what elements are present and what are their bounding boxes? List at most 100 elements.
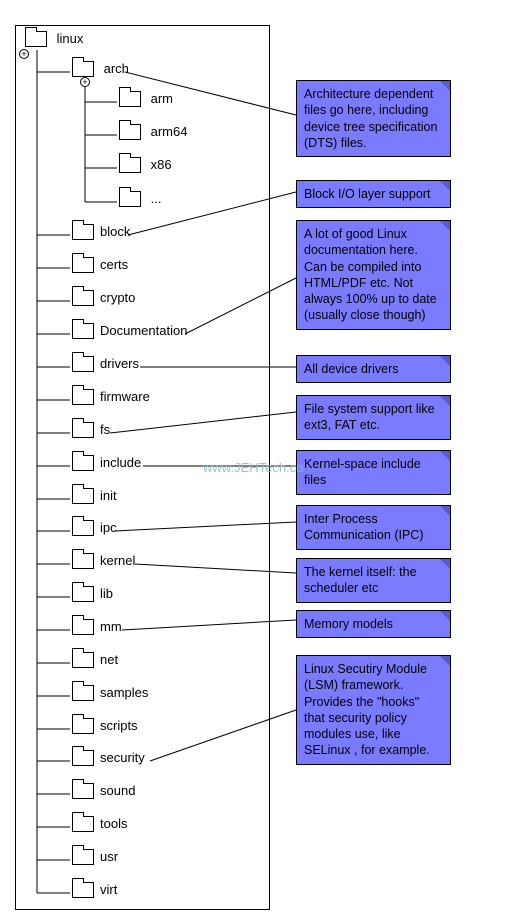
folder-label: arch — [104, 61, 129, 76]
folder-icon — [72, 553, 94, 569]
folder-fs: fs — [72, 421, 110, 438]
folder-icon — [72, 619, 94, 635]
folder-icon — [119, 157, 141, 173]
folder-net: net — [72, 651, 118, 668]
folder-label: arm — [151, 91, 173, 106]
folder-icon — [72, 816, 94, 832]
folder-label: block — [100, 224, 130, 239]
folder-icon — [72, 685, 94, 701]
note-arch: Architecture dependent files go here, in… — [296, 80, 451, 157]
folder-more: ... — [119, 190, 161, 207]
note-documentation: A lot of good Linux documentation here. … — [296, 220, 451, 330]
folder-arch: arch — [72, 60, 129, 77]
note-ipc: Inter Process Communication (IPC) — [296, 505, 451, 550]
folder-drivers: drivers — [72, 355, 139, 372]
folder-icon — [72, 61, 94, 77]
folder-label: security — [100, 750, 145, 765]
folder-icon — [119, 124, 141, 140]
folder-x86: x86 — [119, 156, 172, 173]
note-include: Kernel-space include files — [296, 450, 451, 495]
folder-label: include — [100, 455, 141, 470]
folder-icon — [119, 91, 141, 107]
folder-security: security — [72, 749, 145, 766]
folder-label: usr — [100, 849, 118, 864]
expand-icon: + — [19, 49, 29, 59]
folder-label: x86 — [151, 157, 172, 172]
folder-icon — [72, 356, 94, 372]
folder-icon — [72, 455, 94, 471]
folder-label: arm64 — [151, 124, 188, 139]
folder-icon — [119, 191, 141, 207]
folder-lib: lib — [72, 585, 113, 602]
folder-arm: arm — [119, 90, 173, 107]
folder-icon — [72, 586, 94, 602]
folder-icon — [72, 882, 94, 898]
folder-icon — [72, 488, 94, 504]
folder-mm: mm — [72, 618, 122, 635]
folder-icon — [72, 257, 94, 273]
folder-label: crypto — [100, 290, 135, 305]
folder-label: ... — [151, 191, 162, 206]
note-text: A lot of good Linux documentation here. … — [304, 227, 437, 322]
watermark-text: www.JEHTech.co — [203, 460, 303, 475]
folder-icon — [72, 718, 94, 734]
note-mm: Memory models — [296, 610, 451, 638]
folder-label: net — [100, 652, 118, 667]
note-text: Memory models — [304, 617, 393, 631]
folder-icon — [72, 389, 94, 405]
expand-icon: + — [80, 77, 90, 87]
folder-arm64: arm64 — [119, 123, 187, 140]
folder-icon — [25, 31, 47, 47]
note-fs: File system support like ext3, FAT etc. — [296, 395, 451, 440]
folder-icon — [72, 652, 94, 668]
note-text: Architecture dependent files go here, in… — [304, 87, 437, 150]
folder-kernel: kernel — [72, 552, 135, 569]
folder-certs: certs — [72, 256, 128, 273]
folder-label: certs — [100, 257, 128, 272]
folder-label: lib — [100, 586, 113, 601]
folder-icon — [72, 783, 94, 799]
note-text: Inter Process Communication (IPC) — [304, 512, 423, 542]
note-kernel: The kernel itself: the scheduler etc — [296, 558, 451, 603]
folder-tools: tools — [72, 815, 127, 832]
folder-icon — [72, 750, 94, 766]
note-block: Block I/O layer support — [296, 180, 451, 208]
folder-label: drivers — [100, 356, 139, 371]
folder-documentation: Documentation — [72, 322, 187, 339]
folder-virt: virt — [72, 881, 117, 898]
folder-label: mm — [100, 619, 122, 634]
folder-label: scripts — [100, 718, 138, 733]
note-text: The kernel itself: the scheduler etc — [304, 565, 417, 595]
note-text: All device drivers — [304, 362, 398, 376]
folder-icon — [72, 224, 94, 240]
note-text: Kernel-space include files — [304, 457, 421, 487]
folder-label: init — [100, 488, 117, 503]
folder-ipc: ipc — [72, 519, 117, 536]
folder-icon — [72, 849, 94, 865]
folder-usr: usr — [72, 848, 118, 865]
diagram-container: + + linux arch arm arm64 x86 ... block c… — [0, 0, 510, 920]
folder-firmware: firmware — [72, 388, 150, 405]
note-text: Linux Secutiry Module (LSM) framework. P… — [304, 662, 430, 757]
folder-samples: samples — [72, 684, 148, 701]
folder-crypto: crypto — [72, 289, 135, 306]
note-drivers: All device drivers — [296, 355, 451, 383]
note-security: Linux Secutiry Module (LSM) framework. P… — [296, 655, 451, 765]
folder-init: init — [72, 487, 117, 504]
folder-label: firmware — [100, 389, 150, 404]
folder-sound: sound — [72, 782, 135, 799]
folder-icon — [72, 422, 94, 438]
folder-linux: linux — [25, 30, 83, 47]
folder-label: Documentation — [100, 323, 187, 338]
folder-scripts: scripts — [72, 717, 138, 734]
folder-label: linux — [57, 31, 84, 46]
folder-label: tools — [100, 816, 127, 831]
note-text: Block I/O layer support — [304, 187, 430, 201]
folder-icon — [72, 323, 94, 339]
folder-label: sound — [100, 783, 135, 798]
folder-block: block — [72, 223, 130, 240]
note-text: File system support like ext3, FAT etc. — [304, 402, 435, 432]
folder-label: virt — [100, 882, 117, 897]
folder-include: include — [72, 454, 141, 471]
folder-label: kernel — [100, 553, 135, 568]
